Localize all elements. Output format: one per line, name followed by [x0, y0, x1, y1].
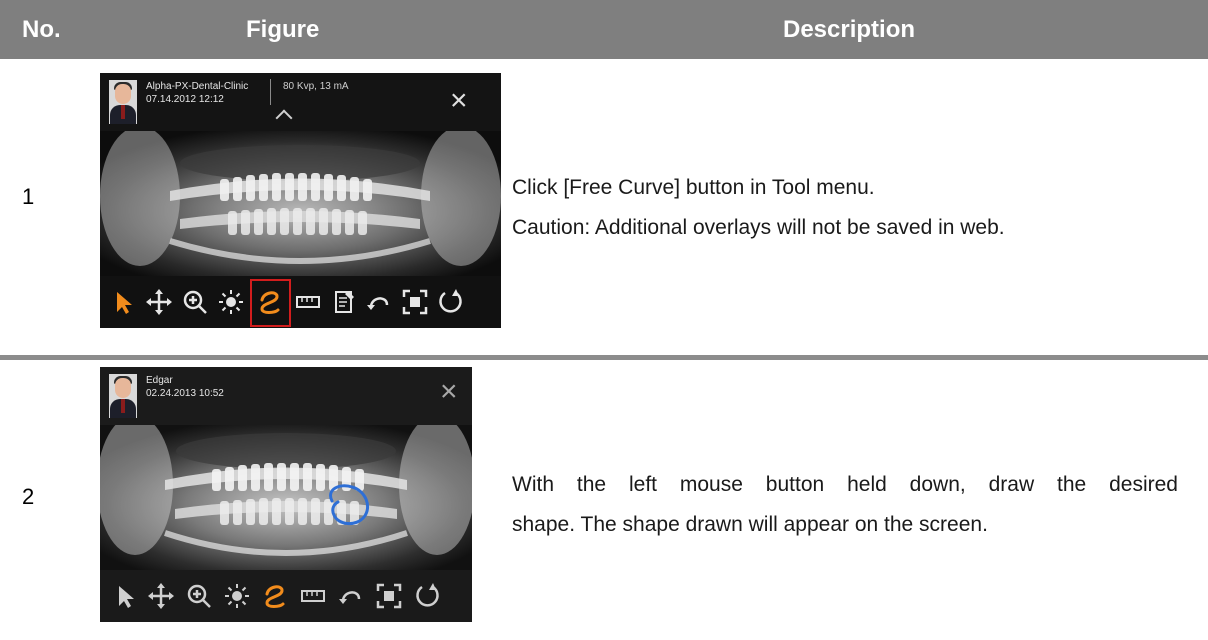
zoom-icon[interactable]: [184, 581, 214, 611]
capture-datetime: 02.24.2013 10:52: [146, 388, 224, 399]
row-divider: [0, 355, 1208, 360]
description-line: Click [Free Curve] button in Tool menu.: [512, 176, 875, 199]
pointer-icon[interactable]: [108, 287, 138, 317]
row-description: With the left mouse button held down, dr…: [512, 465, 1178, 545]
pan-icon[interactable]: [146, 581, 176, 611]
patient-name: Edgar: [146, 375, 173, 386]
avatar: [109, 374, 137, 418]
brightness-icon[interactable]: [222, 581, 252, 611]
row-number: 2: [22, 484, 35, 509]
row-number: 1: [22, 184, 35, 209]
close-icon[interactable]: ×: [450, 86, 468, 116]
viewer-header: Alpha-PX-Dental-Clinic 07.14.2012 12:12 …: [100, 73, 501, 131]
undo-icon[interactable]: [336, 581, 366, 611]
row-description: Click [Free Curve] button in Tool menu. …: [512, 168, 1005, 248]
note-icon[interactable]: [329, 287, 359, 317]
free-curve-highlight-box: [250, 279, 291, 327]
close-icon[interactable]: ×: [440, 377, 458, 407]
pointer-icon[interactable]: [110, 581, 140, 611]
zoom-icon[interactable]: [180, 287, 210, 317]
description-line: shape. The shape drawn will appear on th…: [512, 513, 988, 536]
free-curve-icon[interactable]: [260, 581, 290, 611]
capture-datetime: 07.14.2012 12:12: [146, 94, 224, 105]
undo-icon[interactable]: [364, 287, 394, 317]
viewer-screenshot: Edgar 02.24.2013 10:52 ×: [100, 367, 472, 622]
exposure-info: 80 Kvp, 13 mA: [283, 81, 349, 92]
ruler-icon[interactable]: [293, 287, 323, 317]
ruler-icon[interactable]: [298, 581, 328, 611]
viewer-header: Edgar 02.24.2013 10:52 ×: [100, 367, 472, 425]
description-line: With the left mouse button held down, dr…: [512, 473, 1178, 496]
tool-menu: [100, 276, 501, 328]
header-separator: [270, 79, 271, 105]
rotate-icon[interactable]: [435, 287, 465, 317]
viewer-screenshot: Alpha-PX-Dental-Clinic 07.14.2012 12:12 …: [100, 73, 501, 328]
header-figure: Figure: [246, 16, 320, 43]
patient-name: Alpha-PX-Dental-Clinic: [146, 81, 249, 92]
panoramic-xray-image: [100, 425, 472, 570]
table-header: No. Figure Description: [0, 0, 1208, 59]
header-no: No.: [22, 16, 61, 43]
chevron-up-icon[interactable]: [275, 109, 293, 127]
panoramic-xray-image: [100, 131, 501, 276]
rotate-icon[interactable]: [412, 581, 442, 611]
tool-menu: [100, 570, 472, 622]
fit-screen-icon[interactable]: [374, 581, 404, 611]
brightness-icon[interactable]: [216, 287, 246, 317]
description-line: Caution: Additional overlays will not be…: [512, 216, 1005, 239]
header-description: Description: [783, 16, 916, 43]
pan-icon[interactable]: [144, 287, 174, 317]
avatar: [109, 80, 137, 124]
fit-screen-icon[interactable]: [400, 287, 430, 317]
